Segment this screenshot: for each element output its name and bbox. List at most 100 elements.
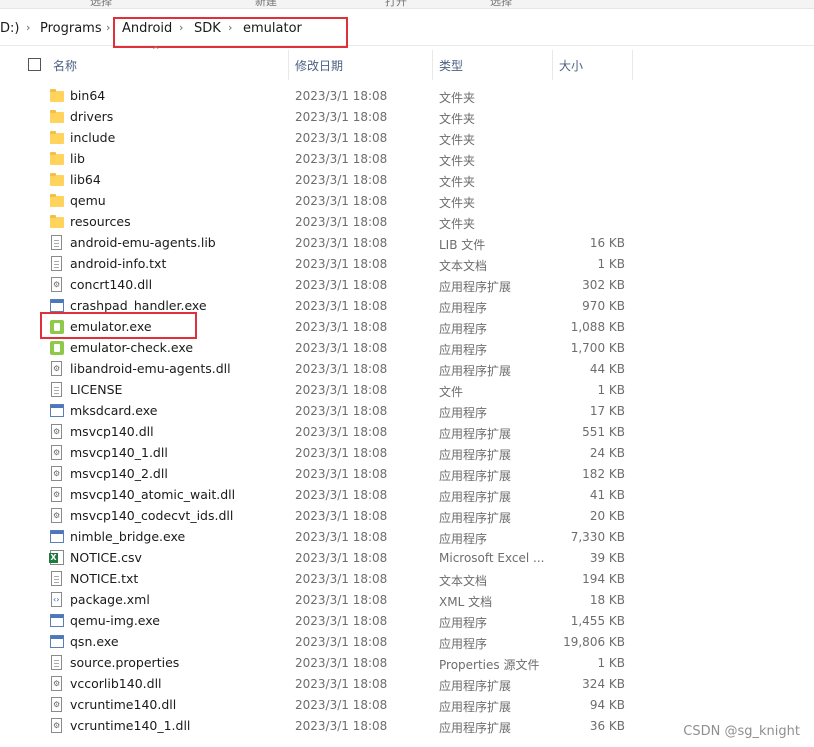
file-modified-date: 2023/3/1 18:08 [295,152,388,166]
file-row[interactable]: source.properties 2023/3/1 18:08 Propertie… [0,652,814,673]
file-row[interactable]: include 2023/3/1 18:08 文件夹 [0,127,814,148]
column-size-header[interactable]: 大小 [559,57,583,74]
file-size: 1 KB [597,383,625,397]
chevron-right-icon[interactable]: › [228,21,232,34]
file-row[interactable]: vccorlib140.dll 2023/3/1 18:08 应用程序扩展 324 K… [0,673,814,694]
breadcrumb-emulator[interactable]: emulator [243,21,302,36]
file-row[interactable]: qsn.exe 2023/3/1 18:08 应用程序 19,806 KB [0,631,814,652]
file-modified-date: 2023/3/1 18:08 [295,446,388,460]
file-size: 302 KB [582,278,625,292]
file-row[interactable]: NOTICE.txt 2023/3/1 18:08 文本文档 194 KB [0,568,814,589]
file-type: 应用程序 [439,322,488,336]
file-modified-date: 2023/3/1 18:08 [295,467,388,481]
file-size: 36 KB [589,719,625,733]
breadcrumb-sdk[interactable]: SDK [194,21,221,36]
file-size: 324 KB [582,677,625,691]
file-row[interactable]: android-info.txt 2023/3/1 18:08 文本文档 1 KB [0,253,814,274]
file-row[interactable]: mksdcard.exe 2023/3/1 18:08 应用程序 17 KB [0,400,814,421]
column-type-header[interactable]: 类型 [439,57,463,74]
exe-icon [49,529,65,545]
breadcrumb-programs[interactable]: Programs [40,21,102,36]
column-divider[interactable] [432,50,433,80]
file-size: 194 KB [582,572,625,586]
column-name-header[interactable]: 名称 [53,57,77,74]
file-row[interactable]: package.xml 2023/3/1 18:08 XML 文档 18 KB [0,589,814,610]
file-name: mksdcard.exe [70,403,158,418]
file-row[interactable]: concrt140.dll 2023/3/1 18:08 应用程序扩展 302 KB [0,274,814,295]
file-modified-date: 2023/3/1 18:08 [295,299,388,313]
address-bar[interactable]: D:) › Programs › Android › SDK › emulato… [0,13,814,46]
folder-icon [49,193,65,209]
file-name: crashpad_handler.exe [70,298,207,313]
file-row[interactable]: qemu 2023/3/1 18:08 文件夹 [0,190,814,211]
file-modified-date: 2023/3/1 18:08 [295,656,388,670]
file-size: 94 KB [589,698,625,712]
file-name: emulator-check.exe [70,340,194,355]
file-row[interactable]: msvcp140_2.dll 2023/3/1 18:08 应用程序扩展 182 KB [0,463,814,484]
file-name: vccorlib140.dll [70,676,162,691]
file-name: LICENSE [70,382,123,397]
file-type: 应用程序 [439,301,488,315]
file-row[interactable]: resources 2023/3/1 18:08 文件夹 [0,211,814,232]
ribbon-label[interactable]: 选择 [490,0,512,9]
file-row[interactable]: drivers 2023/3/1 18:08 文件夹 [0,106,814,127]
xml-icon [49,592,65,608]
file-row[interactable]: lib 2023/3/1 18:08 文件夹 [0,148,814,169]
file-row[interactable]: libandroid-emu-agents.dll 2023/3/1 18:08 应… [0,358,814,379]
column-divider[interactable] [552,50,553,80]
file-row[interactable]: LICENSE 2023/3/1 18:08 文件 1 KB [0,379,814,400]
select-all-checkbox[interactable] [28,58,41,71]
file-type: 文件夹 [439,112,476,126]
file-type: 应用程序扩展 [439,679,512,693]
chevron-right-icon[interactable]: › [26,21,30,34]
column-modified-header[interactable]: 修改日期 [295,57,343,74]
file-modified-date: 2023/3/1 18:08 [295,404,388,418]
file-type: 应用程序 [439,532,488,546]
file-row[interactable]: emulator-check.exe 2023/3/1 18:08 应用程序 1,70… [0,337,814,358]
file-row[interactable]: qemu-img.exe 2023/3/1 18:08 应用程序 1,455 KB [0,610,814,631]
file-row[interactable]: msvcp140.dll 2023/3/1 18:08 应用程序扩展 551 KB [0,421,814,442]
breadcrumb-drive[interactable]: D:) [0,21,19,36]
file-row[interactable]: msvcp140_codecvt_ids.dll 2023/3/1 18:08 应用… [0,505,814,526]
file-modified-date: 2023/3/1 18:08 [295,677,388,691]
folder-icon [49,109,65,125]
file-name: drivers [70,109,114,124]
file-name: qemu [70,193,106,208]
file-size: 24 KB [589,446,625,460]
file-name: msvcp140_atomic_wait.dll [70,487,236,502]
folder-icon [49,214,65,230]
file-modified-date: 2023/3/1 18:08 [295,425,388,439]
file-row[interactable]: bin64 2023/3/1 18:08 文件夹 [0,85,814,106]
file-type: 文件夹 [439,196,476,210]
file-row[interactable]: msvcp140_atomic_wait.dll 2023/3/1 18:08 应用… [0,484,814,505]
file-row[interactable]: NOTICE.csv 2023/3/1 18:08 Microsoft Excel … [0,547,814,568]
chevron-right-icon[interactable]: › [179,21,183,34]
file-type: 应用程序扩展 [439,427,512,441]
ribbon-label[interactable]: 打开 [385,0,407,9]
ribbon-label[interactable]: 选择 [90,0,112,9]
file-row[interactable]: lib64 2023/3/1 18:08 文件夹 [0,169,814,190]
file-row[interactable]: vcruntime140.dll 2023/3/1 18:08 应用程序扩展 94 K… [0,694,814,715]
file-row[interactable]: nimble_bridge.exe 2023/3/1 18:08 应用程序 7,330… [0,526,814,547]
emulator-app-icon [49,340,65,356]
column-divider[interactable] [632,50,633,80]
file-size: 20 KB [589,509,625,523]
file-type: 文件夹 [439,175,476,189]
file-row[interactable]: android-emu-agents.lib 2023/3/1 18:08 LIB … [0,232,814,253]
chevron-right-icon[interactable]: › [106,21,110,34]
text-file-icon [49,256,65,272]
file-type: Properties 源文件 [439,658,540,672]
file-name: resources [70,214,131,229]
breadcrumb-android[interactable]: Android [122,21,172,36]
file-name: NOTICE.csv [70,550,142,565]
file-icon [49,382,65,398]
column-divider[interactable] [288,50,289,80]
dll-icon [49,361,65,377]
file-size: 18 KB [589,593,625,607]
exe-icon [49,298,65,314]
file-row[interactable]: crashpad_handler.exe 2023/3/1 18:08 应用程序 97… [0,295,814,316]
dll-icon [49,466,65,482]
ribbon-label[interactable]: 新建 [255,0,277,9]
file-row[interactable]: msvcp140_1.dll 2023/3/1 18:08 应用程序扩展 24 KB [0,442,814,463]
file-row[interactable]: emulator.exe 2023/3/1 18:08 应用程序 1,088 KB [0,316,814,337]
